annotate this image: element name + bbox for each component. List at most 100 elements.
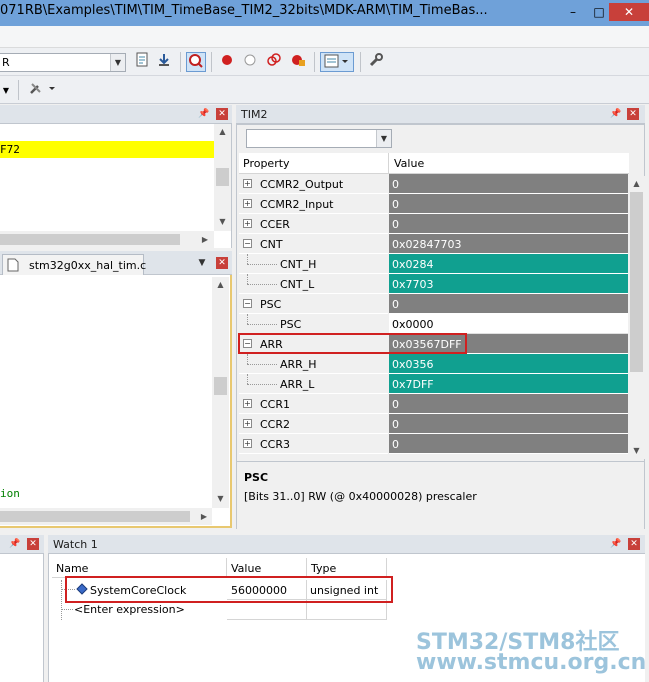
- watch-value-header[interactable]: Value: [227, 558, 307, 578]
- doc-icon[interactable]: [132, 52, 152, 72]
- collapse-icon[interactable]: −: [243, 239, 252, 248]
- vertical-scrollbar[interactable]: ▲ ▼: [628, 176, 645, 459]
- property-cell[interactable]: CNT_H: [239, 254, 388, 274]
- close-button[interactable]: ✕: [609, 3, 649, 21]
- expand-icon[interactable]: +: [243, 419, 252, 428]
- tim2-row[interactable]: − PSC 0: [239, 294, 628, 314]
- expand-icon[interactable]: +: [243, 439, 252, 448]
- property-cell[interactable]: PSC: [239, 314, 388, 334]
- value-cell[interactable]: 0: [389, 294, 628, 314]
- left-top-panel-title: 📌 ✕: [0, 105, 232, 124]
- tim2-row[interactable]: + CCR2 0: [239, 414, 628, 434]
- target-combo[interactable]: R ▼: [0, 53, 126, 72]
- close-icon[interactable]: ✕: [216, 108, 228, 120]
- chevron-down-icon[interactable]: ▼: [376, 130, 391, 147]
- value-cell[interactable]: 0: [389, 434, 628, 454]
- value-cell[interactable]: 0x02847703: [389, 234, 628, 254]
- tim2-row[interactable]: + CCR1 0: [239, 394, 628, 414]
- value-cell[interactable]: 0: [389, 194, 628, 214]
- minimize-button[interactable]: –: [560, 3, 586, 21]
- value-cell[interactable]: 0: [389, 174, 628, 194]
- editor-area[interactable]: ion ▲ ▼ ▶: [0, 275, 232, 528]
- property-value: 0x7DFF: [392, 378, 434, 391]
- tim2-row[interactable]: ARR_L 0x7DFF: [239, 374, 628, 394]
- property-value: 0x02847703: [392, 238, 462, 251]
- chevron-down-icon[interactable]: ▼: [0, 80, 12, 100]
- property-cell[interactable]: ARR_L: [239, 374, 388, 394]
- peripheral-select[interactable]: ▼: [246, 129, 392, 148]
- property-name: CNT_L: [280, 278, 315, 291]
- pin-icon[interactable]: 📌: [9, 538, 21, 550]
- menu-bar: [0, 26, 649, 48]
- chevron-down-icon[interactable]: ▼: [110, 54, 125, 71]
- tools-icon[interactable]: [26, 80, 60, 100]
- watch-name-header[interactable]: Name: [52, 558, 227, 578]
- horizontal-scrollbar[interactable]: ▶: [0, 231, 214, 248]
- property-cell[interactable]: − PSC: [239, 294, 388, 314]
- property-cell[interactable]: + CCER: [239, 214, 388, 234]
- value-cell[interactable]: 0: [389, 414, 628, 434]
- breakpoint-icon[interactable]: [217, 52, 237, 72]
- description-area: PSC [Bits 31..0] RW (@ 0x40000028) presc…: [237, 461, 644, 529]
- horizontal-scrollbar[interactable]: ▶: [0, 508, 212, 525]
- pin-icon[interactable]: 📌: [610, 538, 622, 550]
- debug-icon[interactable]: [186, 52, 206, 72]
- breakpoint-empty-icon[interactable]: [240, 52, 260, 72]
- watch-type-header[interactable]: Type: [307, 558, 387, 578]
- property-cell[interactable]: + CCR1: [239, 394, 388, 414]
- watch-value-header-label: Value: [231, 562, 262, 575]
- property-cell[interactable]: + CCR2: [239, 414, 388, 434]
- breakpoint-kill-icon[interactable]: [288, 52, 308, 72]
- tim2-row[interactable]: + CCER 0: [239, 214, 628, 234]
- value-cell[interactable]: 0x0284: [389, 254, 628, 274]
- window-layout-icon[interactable]: [320, 52, 354, 72]
- pin-icon[interactable]: 📌: [610, 108, 622, 120]
- tim2-row[interactable]: + CCMR2_Output 0: [239, 174, 628, 194]
- tim2-row[interactable]: CNT_H 0x0284: [239, 254, 628, 274]
- tab-stm32g0xx-hal-tim[interactable]: stm32g0xx_hal_tim.c: [2, 254, 146, 275]
- tim2-row[interactable]: CNT_L 0x7703: [239, 274, 628, 294]
- value-cell[interactable]: 0: [389, 394, 628, 414]
- chevron-down-icon[interactable]: ▼: [196, 257, 208, 269]
- tim2-row[interactable]: ARR_H 0x0356: [239, 354, 628, 374]
- property-cell[interactable]: − CNT: [239, 234, 388, 254]
- tim2-row[interactable]: + CCR3 0: [239, 434, 628, 454]
- close-icon[interactable]: ✕: [216, 257, 228, 269]
- tim2-row[interactable]: PSC 0x0000: [239, 314, 628, 334]
- wrench-icon[interactable]: [366, 52, 386, 72]
- tim2-row[interactable]: − CNT 0x02847703: [239, 234, 628, 254]
- watch-name-header-label: Name: [56, 562, 89, 575]
- watch-row-enter-expression[interactable]: <Enter expression>: [52, 600, 387, 620]
- expand-icon[interactable]: +: [243, 199, 252, 208]
- property-cell[interactable]: + CCR3: [239, 434, 388, 454]
- download-icon[interactable]: [154, 52, 174, 72]
- value-cell[interactable]: 0: [389, 214, 628, 234]
- close-icon[interactable]: ✕: [628, 538, 640, 550]
- value-header[interactable]: Value: [389, 153, 629, 174]
- expand-icon[interactable]: +: [243, 399, 252, 408]
- expand-icon[interactable]: +: [243, 219, 252, 228]
- expand-icon[interactable]: +: [243, 179, 252, 188]
- close-icon[interactable]: ✕: [627, 108, 639, 120]
- tim2-row[interactable]: + CCMR2_Input 0: [239, 194, 628, 214]
- close-icon[interactable]: ✕: [27, 538, 39, 550]
- property-header-label: Property: [243, 157, 290, 170]
- property-name: CCER: [260, 218, 290, 231]
- collapse-icon[interactable]: −: [243, 299, 252, 308]
- property-cell[interactable]: + CCMR2_Output: [239, 174, 388, 194]
- property-name: PSC: [280, 318, 302, 331]
- vertical-scrollbar[interactable]: ▲ ▼: [212, 277, 229, 508]
- property-cell[interactable]: CNT_L: [239, 274, 388, 294]
- value-cell[interactable]: 0x0356: [389, 354, 628, 374]
- property-cell[interactable]: + CCMR2_Input: [239, 194, 388, 214]
- enter-expression[interactable]: <Enter expression>: [74, 603, 185, 616]
- pin-icon[interactable]: 📌: [198, 108, 210, 120]
- property-cell[interactable]: ARR_H: [239, 354, 388, 374]
- value-cell[interactable]: 0x7703: [389, 274, 628, 294]
- breakpoint-link-icon[interactable]: [264, 52, 284, 72]
- property-header[interactable]: Property: [239, 153, 389, 174]
- value-cell[interactable]: 0x0000: [389, 314, 628, 334]
- value-cell[interactable]: 0x7DFF: [389, 374, 628, 394]
- vertical-scrollbar[interactable]: ▲ ▼: [214, 124, 231, 231]
- property-name: CCR2: [260, 418, 291, 431]
